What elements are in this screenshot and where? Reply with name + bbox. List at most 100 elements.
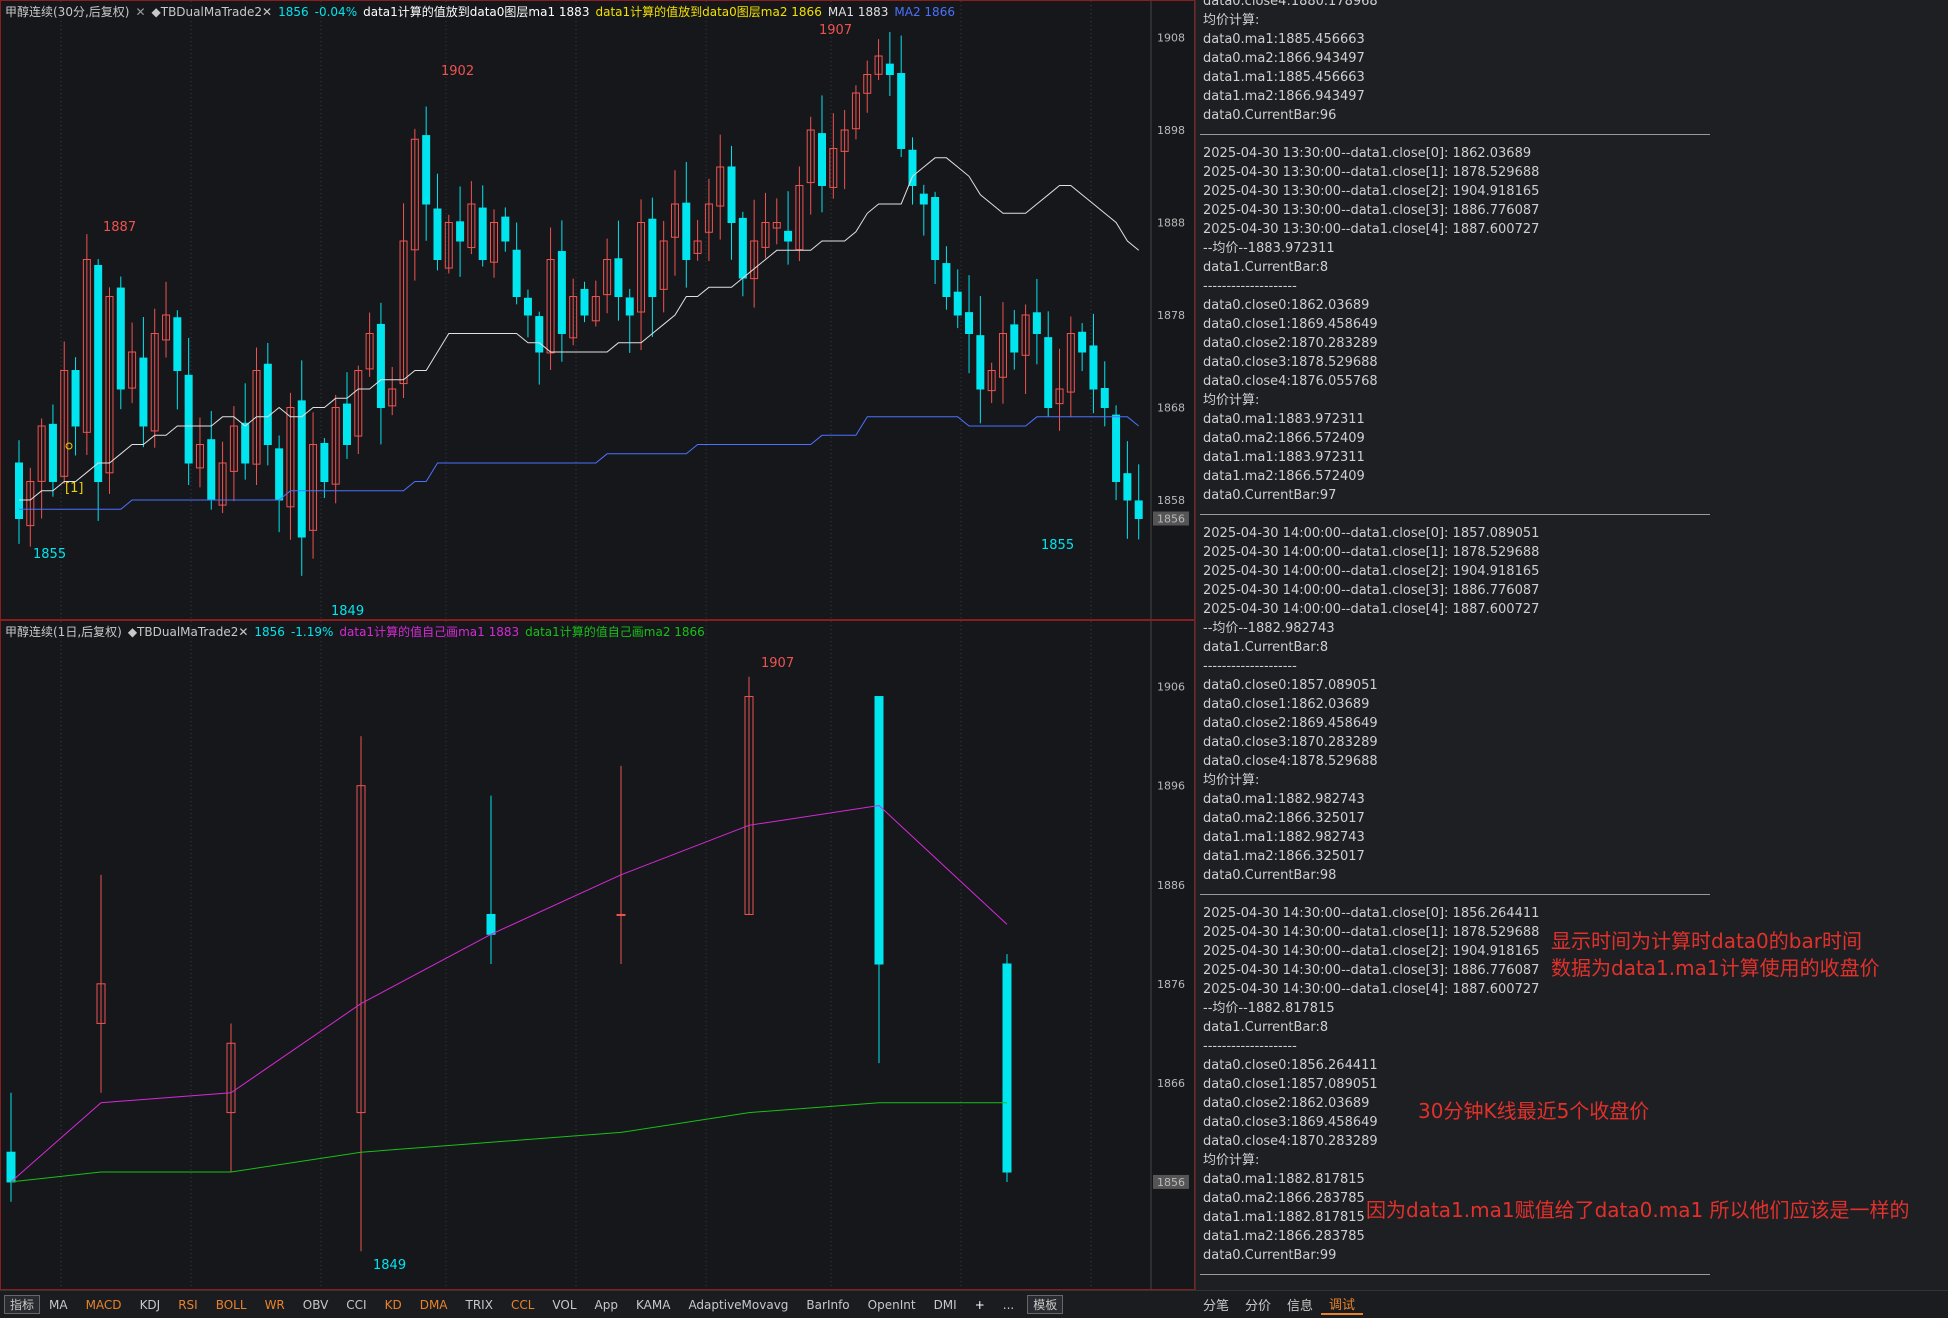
header-item: data1计算的值放到data0图层ma1 1883 xyxy=(363,5,590,19)
indicator-tab-[interactable]: ... xyxy=(994,1298,1023,1312)
indicator-tab-wr[interactable]: WR xyxy=(256,1298,294,1312)
log-line: data0.ma1:1883.972311 xyxy=(1203,412,1365,427)
indicator-tab-[interactable]: + xyxy=(966,1298,994,1312)
y-tick-label: 1886 xyxy=(1157,879,1185,892)
debug-panel-tab[interactable]: 分价 xyxy=(1237,1295,1279,1314)
intraday-chart-pane[interactable]: 甲醇连续(30分,后复权) ✕ ◆TBDualMaTrade2✕ 1856 -0.04%… xyxy=(0,0,1195,620)
annotation-low-1849: 1849 xyxy=(373,1258,406,1273)
candle-body xyxy=(931,197,940,260)
indicator-tab-ma[interactable]: MA xyxy=(40,1298,77,1312)
candle-body xyxy=(965,312,974,334)
header-item: ◆TBDualMaTrade2✕ xyxy=(151,5,273,19)
indicator-tab-macd[interactable]: MACD xyxy=(77,1298,131,1312)
log-line: 2025-04-30 14:00:00--data1.close[1]: 187… xyxy=(1203,545,1540,560)
candle-body xyxy=(885,63,894,75)
log-line: data1.ma2:1866.943497 xyxy=(1203,89,1365,104)
candle-body xyxy=(456,221,465,242)
log-separator xyxy=(1200,894,1710,895)
debug-log: data0.close4:1880.178968 均价计算: data0.ma1:1… xyxy=(1196,0,1716,1284)
indicator-tab-trix[interactable]: TRIX xyxy=(457,1298,502,1312)
indicator-tab-adaptivemovavg[interactable]: AdaptiveMovavg xyxy=(679,1298,797,1312)
log-line: data0.CurrentBar:96 xyxy=(1203,108,1337,123)
y-tick-label: 1908 xyxy=(1157,32,1185,45)
candle-body xyxy=(535,316,544,353)
note-recent-closes: 30分钟K线最近5个收盘价 xyxy=(1418,1099,1650,1123)
candle-body xyxy=(908,149,917,186)
log-line: data1.CurrentBar:8 xyxy=(1203,260,1329,275)
log-line: data0.close1:1869.458649 xyxy=(1203,317,1378,332)
indicator-tab-rsi[interactable]: RSI xyxy=(169,1298,207,1312)
header-item: 甲醇连续(1日,后复权) xyxy=(5,625,122,639)
annotation-high-1887: 1887 xyxy=(103,220,136,235)
log-line: 2025-04-30 13:30:00--data1.close[4]: 188… xyxy=(1203,222,1540,237)
candle-body xyxy=(263,363,272,445)
last-price-label: 1856 xyxy=(1157,1176,1185,1189)
header-item: MA1 1883 xyxy=(827,5,889,19)
daily-candlestick-chart[interactable]: 1906 1896 1886 1876 1866 1856 1907 1849 xyxy=(1,621,1194,1289)
y-tick-label: 1906 xyxy=(1157,681,1185,694)
log-line: 2025-04-30 14:00:00--data1.close[2]: 190… xyxy=(1203,564,1540,579)
indicator-tab-boll[interactable]: BOLL xyxy=(207,1298,256,1312)
note-display-time: 显示时间为计算时data0的bar时间 xyxy=(1551,929,1862,953)
debug-panel-tab[interactable]: 调试 xyxy=(1321,1294,1364,1315)
indicator-tab-ccl[interactable]: CCL xyxy=(502,1298,543,1312)
debug-panel-tab[interactable]: 信息 xyxy=(1279,1295,1321,1314)
candle-body xyxy=(139,357,148,427)
candle-body xyxy=(116,287,125,390)
log-line: 均价计算: xyxy=(1203,393,1260,408)
header-item: -1.19% xyxy=(290,625,334,639)
candle-body xyxy=(184,374,193,464)
chart-area[interactable]: 甲醇连续(30分,后复权) ✕ ◆TBDualMaTrade2✕ 1856 -0.04%… xyxy=(0,0,1195,1290)
candle-body xyxy=(953,291,962,316)
log-line: 均价计算: xyxy=(1203,1153,1260,1168)
candle-body xyxy=(942,263,951,298)
debug-output-panel[interactable]: data0.close4:1880.178968 均价计算: data0.ma1:1… xyxy=(1195,0,1948,1290)
indicator-tab-dmi[interactable]: DMI xyxy=(925,1298,966,1312)
note-close-data: 数据为data1.ma1计算使用的收盘价 xyxy=(1551,956,1880,980)
indicator-tab-kd[interactable]: KD xyxy=(376,1298,411,1312)
indicator-tab-[interactable]: 模板 xyxy=(1027,1295,1064,1314)
candle-body xyxy=(580,288,589,316)
candle-body xyxy=(727,166,736,223)
daily-chart-pane[interactable]: 甲醇连续(1日,后复权) ◆TBDualMaTrade2✕ 1856 -1.19% da… xyxy=(0,620,1195,1290)
header-item: ✕ xyxy=(135,5,146,19)
candle-body xyxy=(897,73,906,149)
y-tick-label: 1858 xyxy=(1157,494,1185,507)
log-line: -------------------- xyxy=(1203,659,1297,674)
debug-panel-tab[interactable]: 分笔 xyxy=(1195,1295,1237,1314)
indicator-tab-dma[interactable]: DMA xyxy=(411,1298,457,1312)
indicator-tab-openint[interactable]: OpenInt xyxy=(859,1298,925,1312)
log-line: data1.ma1:1885.456663 xyxy=(1203,70,1365,85)
daily-candle-body xyxy=(874,696,884,965)
indicator-tab-vol[interactable]: VOL xyxy=(543,1298,585,1312)
log-line: -------------------- xyxy=(1203,1039,1297,1054)
log-line: data0.close1:1857.089051 xyxy=(1203,1077,1378,1092)
indicator-tab-obv[interactable]: OBV xyxy=(294,1298,338,1312)
indicator-tab-kama[interactable]: KAMA xyxy=(627,1298,679,1312)
indicator-tab-cci[interactable]: CCI xyxy=(337,1298,375,1312)
daily-candle-body xyxy=(6,1151,16,1183)
candle-body xyxy=(1123,473,1132,501)
log-line: data0.CurrentBar:99 xyxy=(1203,1248,1337,1263)
annotation-low-1849: 1849 xyxy=(331,604,364,619)
indicator-tab-kdj[interactable]: KDJ xyxy=(131,1298,170,1312)
indicator-tab-[interactable]: 指标 xyxy=(4,1295,41,1314)
candle-body xyxy=(320,442,329,482)
indicator-tab-bar: 指标 MA MACD KDJ RSI BOLL WR OBV CCI KD DMA TRIX CCL VO… xyxy=(0,1290,1195,1318)
header-item: data1计算的值放到data0图层ma2 1866 xyxy=(595,5,822,19)
log-line: data0.close3:1870.283289 xyxy=(1203,735,1378,750)
annotation-high-1902: 1902 xyxy=(441,64,474,79)
candle-body xyxy=(207,439,216,501)
indicator-tab-app[interactable]: App xyxy=(586,1298,627,1312)
intraday-candlestick-chart[interactable]: 1908 1898 1888 1878 1868 1858 1856 1887 1902 1907… xyxy=(1,1,1194,619)
last-price-label: 1856 xyxy=(1157,513,1185,526)
indicator-tab-barinfo[interactable]: BarInfo xyxy=(797,1298,858,1312)
candle-body xyxy=(648,218,657,297)
pane1-header: 甲醇连续(30分,后复权) ✕ ◆TBDualMaTrade2✕ 1856 -0.04%… xyxy=(5,3,961,20)
candle-body xyxy=(557,251,566,334)
daily-candle-body xyxy=(486,913,496,935)
log-line: data1.ma1:1883.972311 xyxy=(1203,450,1365,465)
log-line: 2025-04-30 14:30:00--data1.close[4]: 188… xyxy=(1203,982,1540,997)
candle-body xyxy=(173,317,182,371)
daily-candle-body xyxy=(616,913,626,916)
